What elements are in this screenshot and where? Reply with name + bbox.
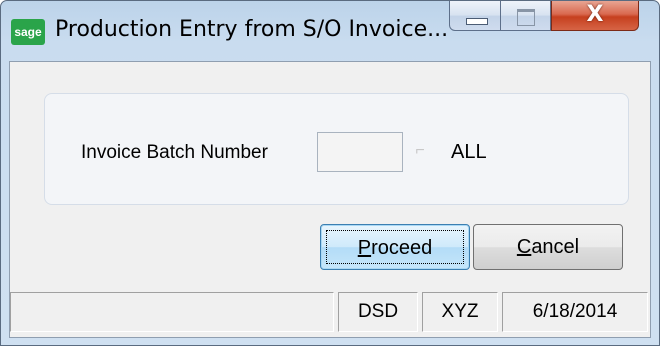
close-icon: X: [586, 2, 604, 27]
caption-buttons: X: [449, 1, 649, 33]
proceed-button[interactable]: Proceed: [320, 224, 470, 270]
sage-app-icon: sage: [11, 19, 45, 45]
invoice-batch-number-input[interactable]: [317, 132, 403, 172]
status-bar: DSD XYZ 6/18/2014: [10, 292, 650, 337]
window-title: Production Entry from S/O Invoice...: [55, 17, 449, 42]
cancel-hotkey: C: [516, 236, 532, 258]
status-user-panel: XYZ: [422, 292, 498, 332]
status-date-panel: 6/18/2014: [502, 292, 648, 332]
batch-group-box: Invoice Batch Number ⌐ ALL: [44, 93, 629, 205]
maximize-button[interactable]: [501, 1, 551, 31]
cancel-label: ancel: [531, 236, 580, 258]
proceed-focus-rect: Proceed: [326, 230, 464, 264]
title-bar[interactable]: sage Production Entry from S/O Invoice..…: [1, 1, 659, 61]
cancel-button[interactable]: Cancel: [473, 224, 623, 270]
close-button[interactable]: X: [551, 1, 639, 31]
proceed-hotkey: P: [357, 237, 372, 259]
lookup-icon[interactable]: ⌐: [409, 136, 431, 166]
invoice-batch-number-label: Invoice Batch Number: [81, 142, 268, 163]
dialog-window: sage Production Entry from S/O Invoice..…: [0, 0, 660, 346]
status-message-panel: [10, 292, 334, 332]
maximize-icon: [517, 9, 535, 26]
minimize-icon: [466, 18, 488, 25]
proceed-label: roceed: [371, 237, 433, 259]
dialog-client-area: Invoice Batch Number ⌐ ALL Proceed Cance…: [9, 61, 651, 338]
minimize-button[interactable]: [449, 1, 501, 31]
status-company-panel: DSD: [338, 292, 418, 332]
all-label: ALL: [451, 141, 487, 163]
